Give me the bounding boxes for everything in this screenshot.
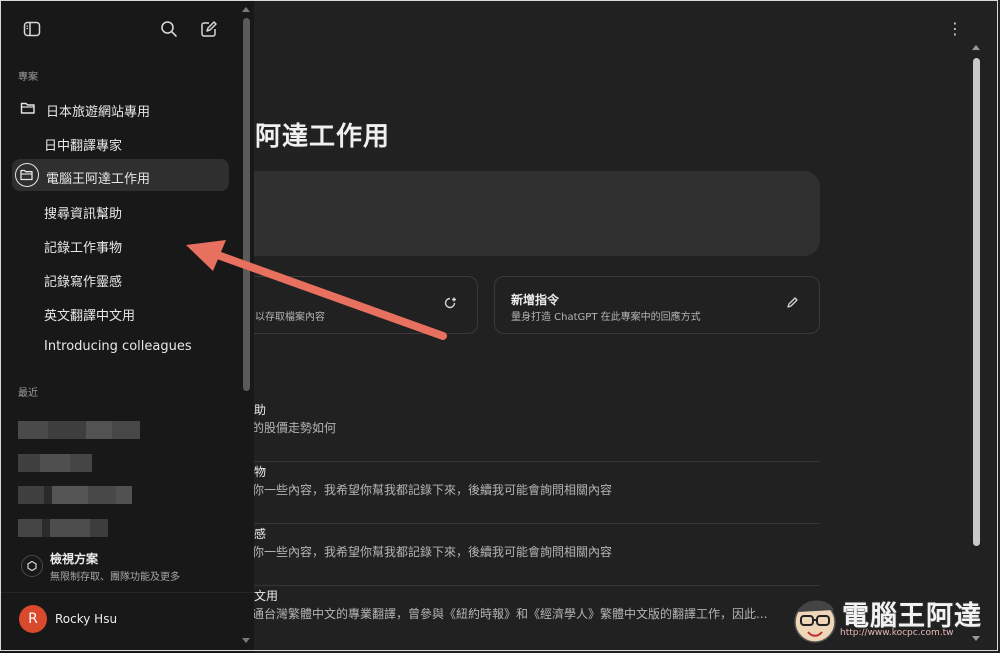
- sidebar-toggle-icon[interactable]: [23, 20, 41, 38]
- sidebar-item-label: 記錄工作事物: [44, 241, 123, 256]
- message-composer[interactable]: [232, 171, 820, 256]
- chat-row[interactable]: 助 前的股價走勢如何: [240, 401, 820, 462]
- sidebar-item-label: 英文翻譯中文用: [44, 309, 136, 324]
- chat-row[interactable]: 物 給你一些內容，我希望你幫我都記錄下來，後續我可能會詢問相關內容: [240, 463, 820, 524]
- sidebar-scroll-down-arrow[interactable]: [242, 638, 250, 643]
- chat-preview: 適通台灣繁體中文的專業翻譯，曾參與《紐約時報》和《經濟學人》繁體中文版的翻譯工作…: [240, 607, 768, 621]
- chat-row[interactable]: 感 給你一些內容，我希望你幫我都記錄下來，後續我可能會詢問相關內容: [240, 525, 820, 586]
- sidebar-item-label: 日本旅遊網站專用: [46, 105, 151, 120]
- add-instructions-card[interactable]: 新增指令 量身打造 ChatGPT 在此專案中的回應方式: [494, 276, 820, 334]
- avatar[interactable]: R: [19, 605, 47, 633]
- chat-preview: 給你一些內容，我希望你幫我都記錄下來，後續我可能會詢問相關內容: [240, 483, 613, 497]
- chat-title: 助: [254, 403, 267, 417]
- add-files-icon: [443, 296, 457, 314]
- chat-preview: 前的股價走勢如何: [240, 421, 337, 435]
- recent-section-label: 最近: [18, 388, 38, 399]
- search-icon[interactable]: [160, 20, 178, 38]
- sidebar-project-writing-ideas[interactable]: 記錄寫作靈感: [12, 262, 229, 294]
- folder-icon: [20, 102, 35, 114]
- chat-title: 物: [254, 465, 267, 479]
- more-options-icon[interactable]: ⋮: [946, 18, 964, 40]
- pencil-icon: [786, 296, 799, 313]
- sidebar-item-label: 搜尋資訊幫助: [44, 207, 123, 222]
- user-name[interactable]: Rocky Hsu: [55, 612, 117, 626]
- watermark-url: http://www.kocpc.com.tw: [840, 628, 954, 638]
- sidebar-divider: [0, 592, 254, 593]
- sidebar-item-label: Introducing colleagues: [44, 339, 192, 354]
- projects-section-label: 專案: [18, 72, 38, 83]
- chat-title: 文用: [254, 589, 279, 603]
- sidebar-project-work-notes[interactable]: 記錄工作事物: [12, 228, 229, 260]
- sidebar-item-label: 電腦王阿達工作用: [46, 172, 151, 187]
- sidebar: 專案 日本旅遊網站專用 日中翻譯專家 電腦王阿達工作用 搜尋資訊幫助 記錄工作事…: [0, 0, 254, 653]
- watermark: 電腦王阿達 http://www.kocpc.com.tw: [790, 588, 995, 648]
- mascot-icon: [794, 600, 836, 643]
- sidebar-project-japan-travel[interactable]: 日本旅遊網站專用: [12, 92, 229, 124]
- recent-chat-redacted[interactable]: [18, 454, 92, 472]
- sidebar-project-jp-cn-translation[interactable]: 日中翻譯專家: [12, 126, 229, 158]
- upgrade-plan-icon[interactable]: [21, 555, 43, 577]
- add-instructions-title: 新增指令: [511, 293, 560, 307]
- upgrade-plan-title[interactable]: 檢視方案: [50, 550, 98, 567]
- chat-row[interactable]: 文用 適通台灣繁體中文的專業翻譯，曾參與《紐約時報》和《經濟學人》繁體中文版的翻…: [240, 587, 820, 647]
- folder-open-icon: [15, 163, 39, 187]
- recent-chat-redacted[interactable]: [18, 486, 132, 504]
- recent-chat-redacted[interactable]: [18, 421, 140, 439]
- new-chat-icon[interactable]: [200, 20, 218, 38]
- project-title: 阿達工作用: [255, 122, 391, 152]
- sidebar-item-label: 記錄寫作靈感: [44, 275, 123, 290]
- sidebar-scroll-up-arrow[interactable]: [242, 7, 250, 12]
- add-instructions-subtitle: 量身打造 ChatGPT 在此專案中的回應方式: [511, 312, 701, 323]
- upgrade-plan-subtitle: 無限制存取、團隊功能及更多: [50, 572, 180, 583]
- chat-preview: 給你一些內容，我希望你幫我都記錄下來，後續我可能會詢問相關內容: [240, 545, 613, 559]
- recent-chat-redacted[interactable]: [18, 519, 108, 537]
- sidebar-project-search-help[interactable]: 搜尋資訊幫助: [12, 194, 229, 226]
- main-scrollbar[interactable]: [973, 58, 980, 546]
- sidebar-item-label: 日中翻譯專家: [44, 139, 123, 154]
- sidebar-project-introducing-colleagues[interactable]: Introducing colleagues: [12, 330, 229, 362]
- sidebar-project-en-cn-translation[interactable]: 英文翻譯中文用: [12, 296, 229, 328]
- chat-title: 感: [254, 527, 267, 541]
- main-scroll-up-arrow[interactable]: [972, 45, 980, 50]
- add-files-card[interactable]: 以存取檔案內容: [232, 276, 478, 334]
- sidebar-project-kocpc-work[interactable]: 電腦王阿達工作用: [12, 159, 229, 191]
- add-files-subtitle: 以存取檔案內容: [255, 312, 325, 323]
- sidebar-scrollbar[interactable]: [243, 18, 250, 391]
